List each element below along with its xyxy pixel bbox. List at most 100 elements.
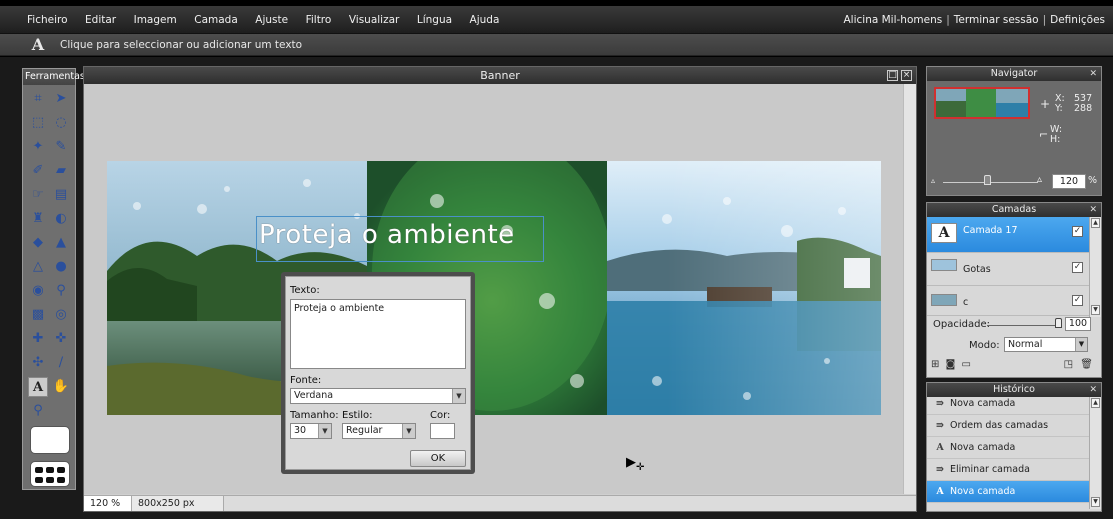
red-eye-icon[interactable]: ◎ bbox=[51, 305, 71, 325]
zoom-slider-handle[interactable] bbox=[984, 175, 991, 185]
pencil-icon[interactable]: ✎ bbox=[51, 137, 71, 157]
layers-title-text: Camadas bbox=[991, 204, 1037, 215]
banner-text-layer[interactable]: Proteja o ambiente bbox=[259, 220, 515, 250]
ok-button[interactable]: OK bbox=[410, 450, 466, 467]
burn-icon[interactable]: ◉ bbox=[28, 281, 48, 301]
brush-icon[interactable]: ✐ bbox=[28, 161, 48, 181]
close-icon[interactable]: ✕ bbox=[1089, 383, 1097, 397]
history-item-label: Ordem das camadas bbox=[950, 420, 1049, 431]
history-item[interactable]: ⇛ Ordem das camadas bbox=[927, 415, 1089, 437]
lasso-icon[interactable]: ◌ bbox=[51, 113, 71, 133]
history-item[interactable]: ⇛ Nova camada bbox=[927, 395, 1089, 415]
opacity-slider-track[interactable] bbox=[987, 325, 1061, 326]
banner-image[interactable] bbox=[107, 161, 881, 415]
scroll-up-icon[interactable]: ▲ bbox=[1091, 398, 1100, 408]
layer-style-icon[interactable]: ⊞ bbox=[931, 359, 939, 370]
maximize-icon[interactable]: □ bbox=[887, 70, 898, 81]
scroll-down-icon[interactable]: ▼ bbox=[1091, 305, 1100, 315]
color-replace-icon[interactable]: ◐ bbox=[51, 209, 71, 229]
menu-ficheiro[interactable]: Ficheiro bbox=[20, 6, 75, 34]
text-color-picker[interactable] bbox=[430, 423, 455, 439]
zoom-input[interactable]: 120 bbox=[1052, 174, 1086, 189]
menu-camada[interactable]: Camada bbox=[187, 6, 245, 34]
history-item[interactable]: A Nova camada bbox=[927, 481, 1089, 503]
visibility-checkbox[interactable]: ✓ bbox=[1072, 226, 1083, 237]
marquee-icon[interactable]: ⬚ bbox=[28, 113, 48, 133]
zoom-out-icon[interactable]: ▵ bbox=[931, 176, 935, 186]
chevron-down-icon[interactable]: ▼ bbox=[452, 389, 465, 403]
mode-label: Modo: bbox=[969, 340, 1000, 351]
layer-name: c bbox=[963, 297, 969, 308]
dodge-icon[interactable]: ● bbox=[51, 257, 71, 277]
zoom-icon[interactable]: ⚲ bbox=[51, 281, 71, 301]
visibility-checkbox[interactable]: ✓ bbox=[1072, 295, 1083, 306]
user-name-link[interactable]: Alicina Mil-homens bbox=[843, 14, 942, 26]
new-layer-icon[interactable]: ◳ bbox=[1064, 359, 1073, 370]
layer-item[interactable]: A Camada 17 ✓ bbox=[927, 217, 1089, 253]
bloat-icon[interactable]: ✜ bbox=[51, 329, 71, 349]
navigator-thumbnail[interactable] bbox=[934, 87, 1030, 119]
window-titlebar[interactable]: Banner □ × bbox=[84, 67, 916, 84]
color-swatch[interactable] bbox=[30, 426, 70, 454]
opacity-input[interactable]: 100 bbox=[1065, 317, 1091, 331]
history-item[interactable]: ⇛ Eliminar camada bbox=[927, 459, 1089, 481]
gradient-icon[interactable]: ▤ bbox=[51, 185, 71, 205]
zoom-in-icon[interactable]: ▵ bbox=[1037, 175, 1042, 185]
smudge-icon[interactable]: ☞ bbox=[28, 185, 48, 205]
history-item-label: Nova camada bbox=[950, 486, 1016, 497]
menu-lingua[interactable]: Língua bbox=[410, 6, 459, 34]
close-icon[interactable]: × bbox=[901, 70, 912, 81]
logout-link[interactable]: Terminar sessão bbox=[954, 14, 1039, 26]
scroll-down-icon[interactable]: ▼ bbox=[1091, 497, 1100, 507]
zoom-out-icon[interactable]: ⚲ bbox=[28, 401, 48, 421]
magic-wand-icon[interactable]: ✦ bbox=[28, 137, 48, 157]
sponge-icon[interactable]: ▩ bbox=[28, 305, 48, 325]
opacity-slider-handle[interactable] bbox=[1055, 318, 1062, 328]
zoom-level[interactable]: 120 % bbox=[84, 496, 132, 511]
more-tools-button[interactable] bbox=[30, 461, 70, 487]
menu-editar[interactable]: Editar bbox=[78, 6, 123, 34]
mask-icon[interactable]: ◙ bbox=[946, 359, 956, 370]
spot-heal-icon[interactable]: ✚ bbox=[28, 329, 48, 349]
scroll-up-icon[interactable]: ▲ bbox=[1091, 218, 1100, 228]
visibility-checkbox[interactable]: ✓ bbox=[1072, 262, 1083, 273]
text-icon[interactable]: A bbox=[28, 377, 48, 397]
menu-imagem[interactable]: Imagem bbox=[127, 6, 184, 34]
history-scrollbar[interactable]: ▲ ▼ bbox=[1089, 397, 1101, 509]
folder-icon[interactable]: ▭ bbox=[961, 359, 970, 370]
size-select[interactable]: 30 ▼ bbox=[290, 423, 332, 439]
bucket-icon[interactable]: ◆ bbox=[28, 233, 48, 253]
layer-icon: ⇛ bbox=[936, 398, 944, 409]
crop-icon[interactable]: ⌗ bbox=[28, 89, 48, 109]
menu-ajuste[interactable]: Ajuste bbox=[248, 6, 295, 34]
font-select[interactable]: Verdana ▼ bbox=[290, 388, 466, 404]
settings-link[interactable]: Definições bbox=[1050, 14, 1105, 26]
eraser-icon[interactable]: ▰ bbox=[51, 161, 71, 181]
chevron-down-icon[interactable]: ▼ bbox=[402, 424, 415, 438]
chevron-down-icon[interactable]: ▼ bbox=[1075, 338, 1087, 351]
vertical-scrollbar[interactable] bbox=[903, 84, 916, 494]
stamp-icon[interactable]: ♜ bbox=[28, 209, 48, 229]
separator: | bbox=[1042, 14, 1047, 26]
menu-ajuda[interactable]: Ajuda bbox=[463, 6, 507, 34]
pinch-icon[interactable]: ✣ bbox=[28, 353, 48, 373]
text-input[interactable]: Proteja o ambiente bbox=[290, 299, 466, 369]
chevron-down-icon[interactable]: ▼ bbox=[318, 424, 331, 438]
sharpen-icon[interactable]: △ bbox=[28, 257, 48, 277]
layer-item[interactable]: Gotas ✓ bbox=[927, 253, 1089, 286]
trash-icon[interactable]: 🗑 bbox=[1080, 359, 1093, 370]
close-icon[interactable]: ✕ bbox=[1089, 67, 1097, 81]
drop-icon[interactable]: ▲ bbox=[51, 233, 71, 253]
menu-filtro[interactable]: Filtro bbox=[299, 6, 339, 34]
layer-item[interactable]: c ✓ bbox=[927, 286, 1089, 316]
menu-visualizar[interactable]: Visualizar bbox=[342, 6, 407, 34]
move-icon[interactable]: ➤ bbox=[51, 89, 71, 109]
close-icon[interactable]: ✕ bbox=[1089, 203, 1097, 217]
style-select[interactable]: Regular ▼ bbox=[342, 423, 416, 439]
hand-icon[interactable]: ✋ bbox=[51, 377, 71, 397]
blend-mode-select[interactable]: Normal ▼ bbox=[1004, 337, 1088, 352]
crosshair-icon: + bbox=[1040, 97, 1051, 111]
history-item[interactable]: A Nova camada bbox=[927, 437, 1089, 459]
layers-scrollbar[interactable]: ▲ ▼ bbox=[1089, 217, 1101, 317]
eyedropper-icon[interactable]: ∕ bbox=[51, 353, 71, 373]
